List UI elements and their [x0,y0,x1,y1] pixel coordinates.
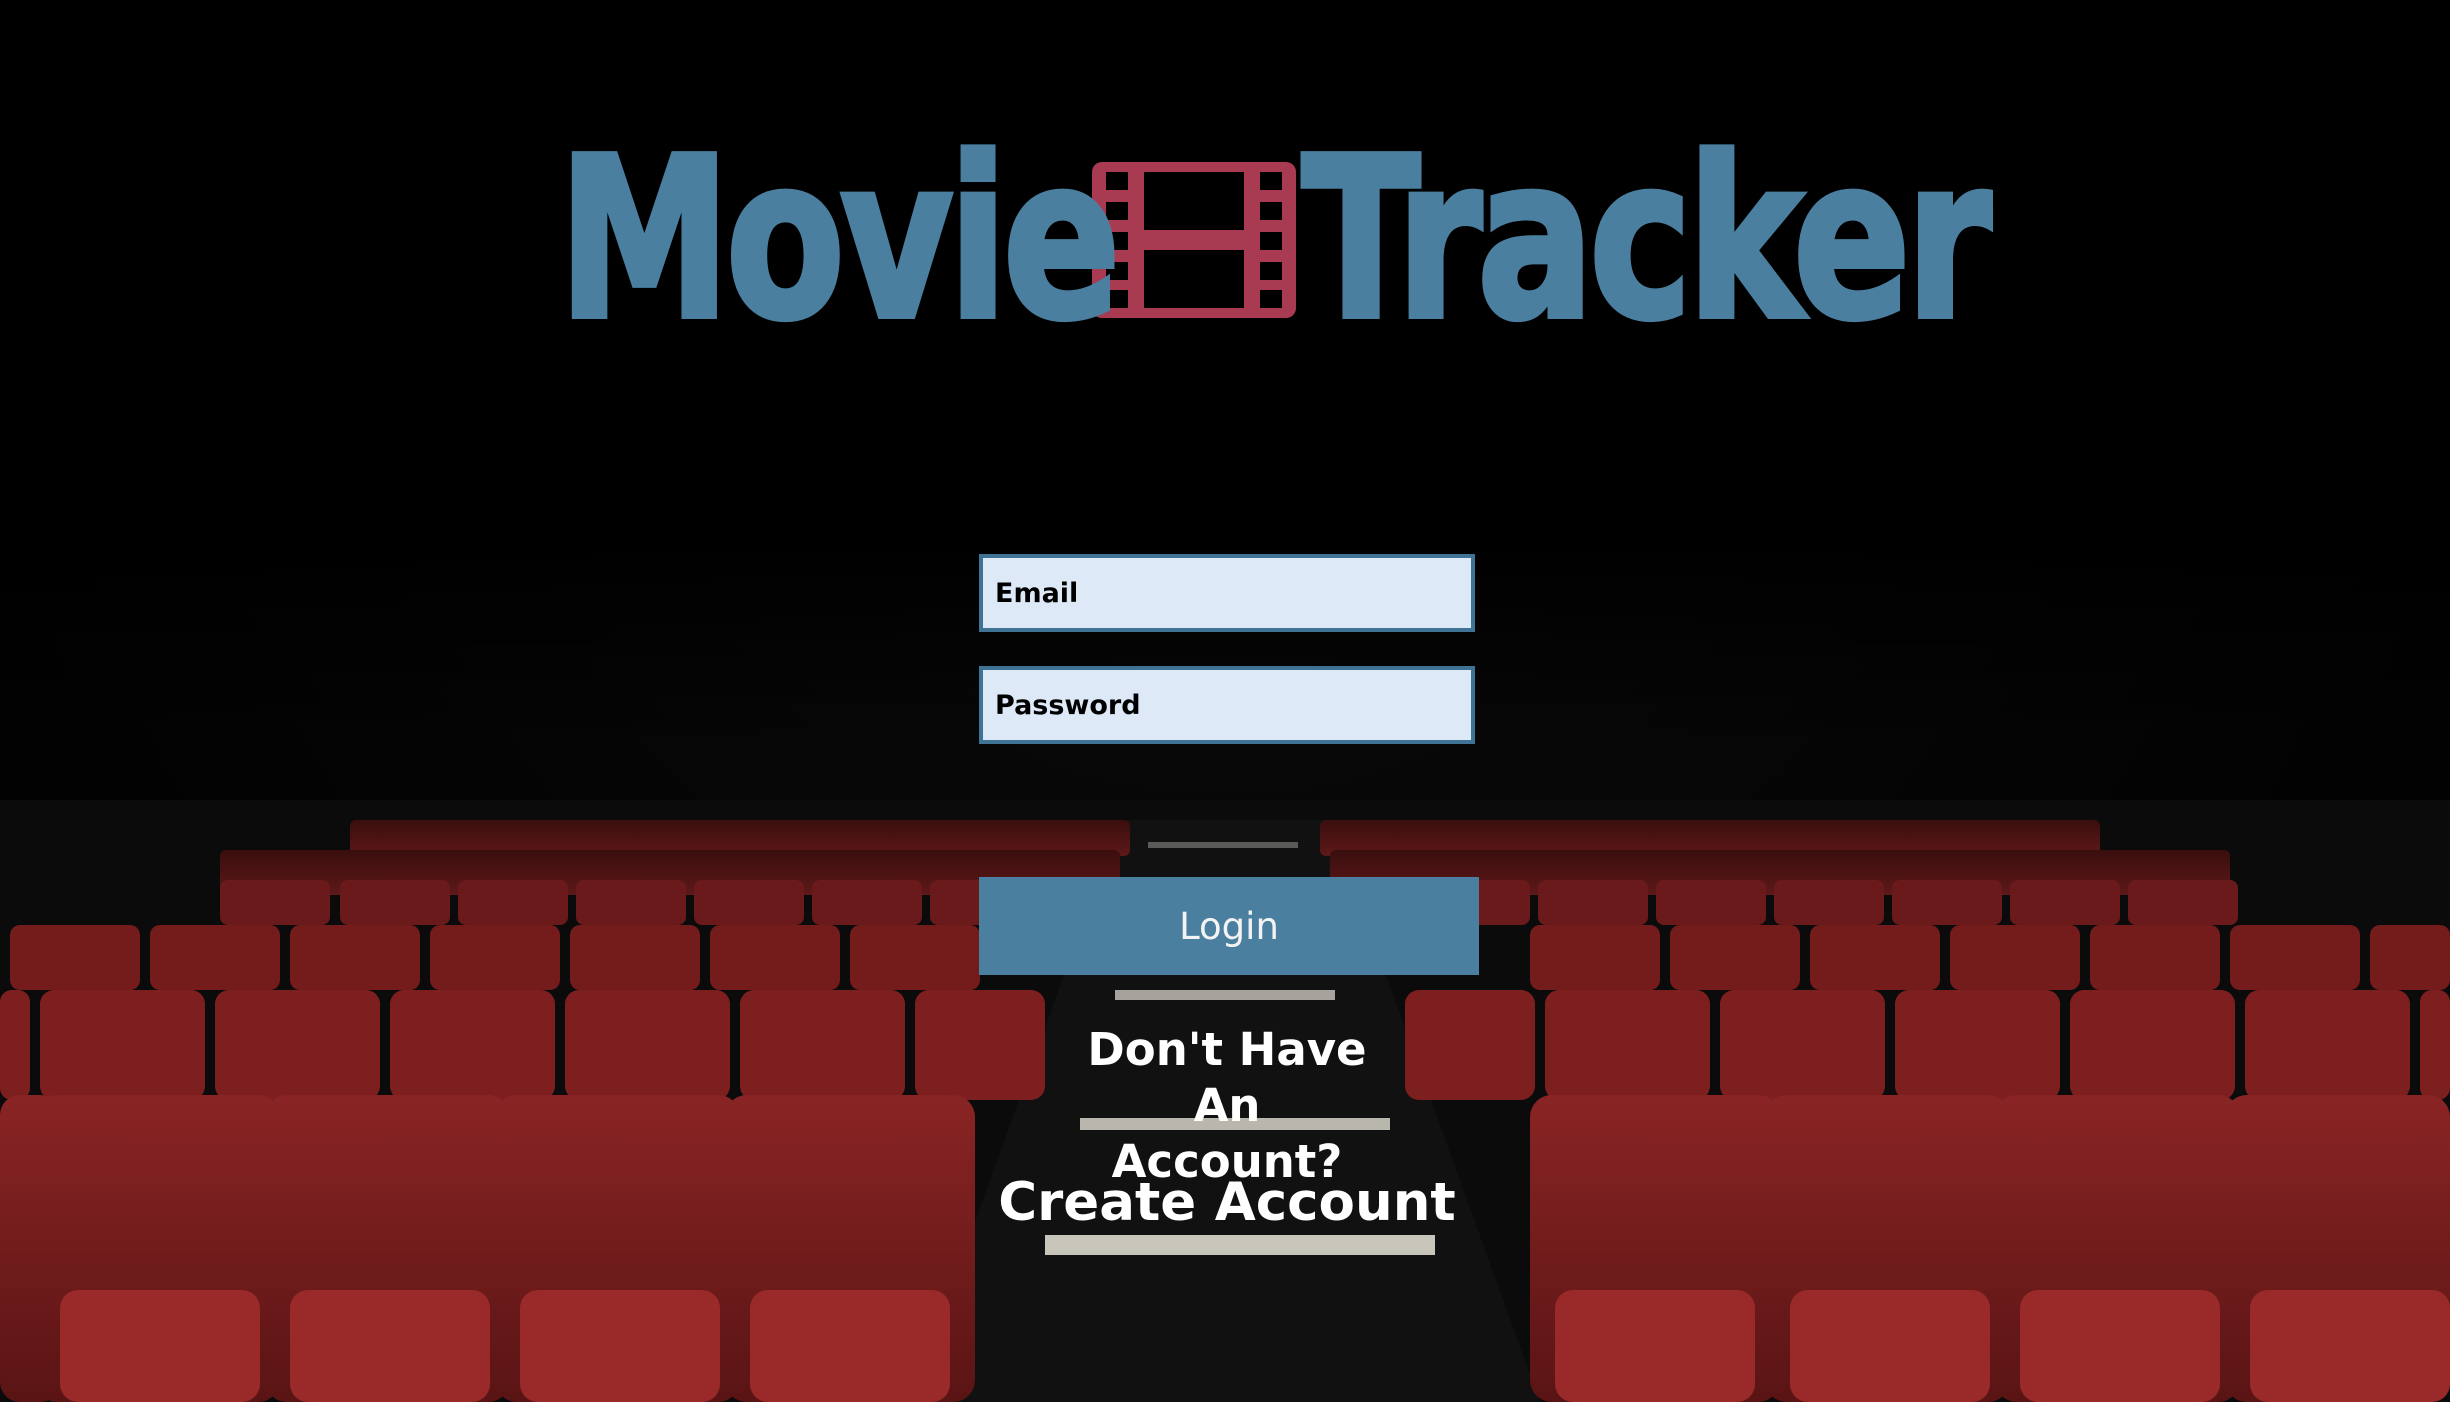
signup-prompt: Don't Have An Account? [1087,1023,1367,1188]
app-title: Movie Tracker [0,111,2450,369]
create-account-link[interactable]: Create Account [929,1168,1525,1238]
password-field[interactable] [979,666,1475,744]
film-strip-icon [1091,162,1296,318]
login-page: Movie Tracker Login Don't Have An Accoun… [0,0,2450,1402]
login-button[interactable]: Login [979,877,1479,975]
title-word-tracker: Tracker [1299,111,1993,369]
title-word-movie: Movie [556,111,1123,369]
email-field[interactable] [979,554,1475,632]
